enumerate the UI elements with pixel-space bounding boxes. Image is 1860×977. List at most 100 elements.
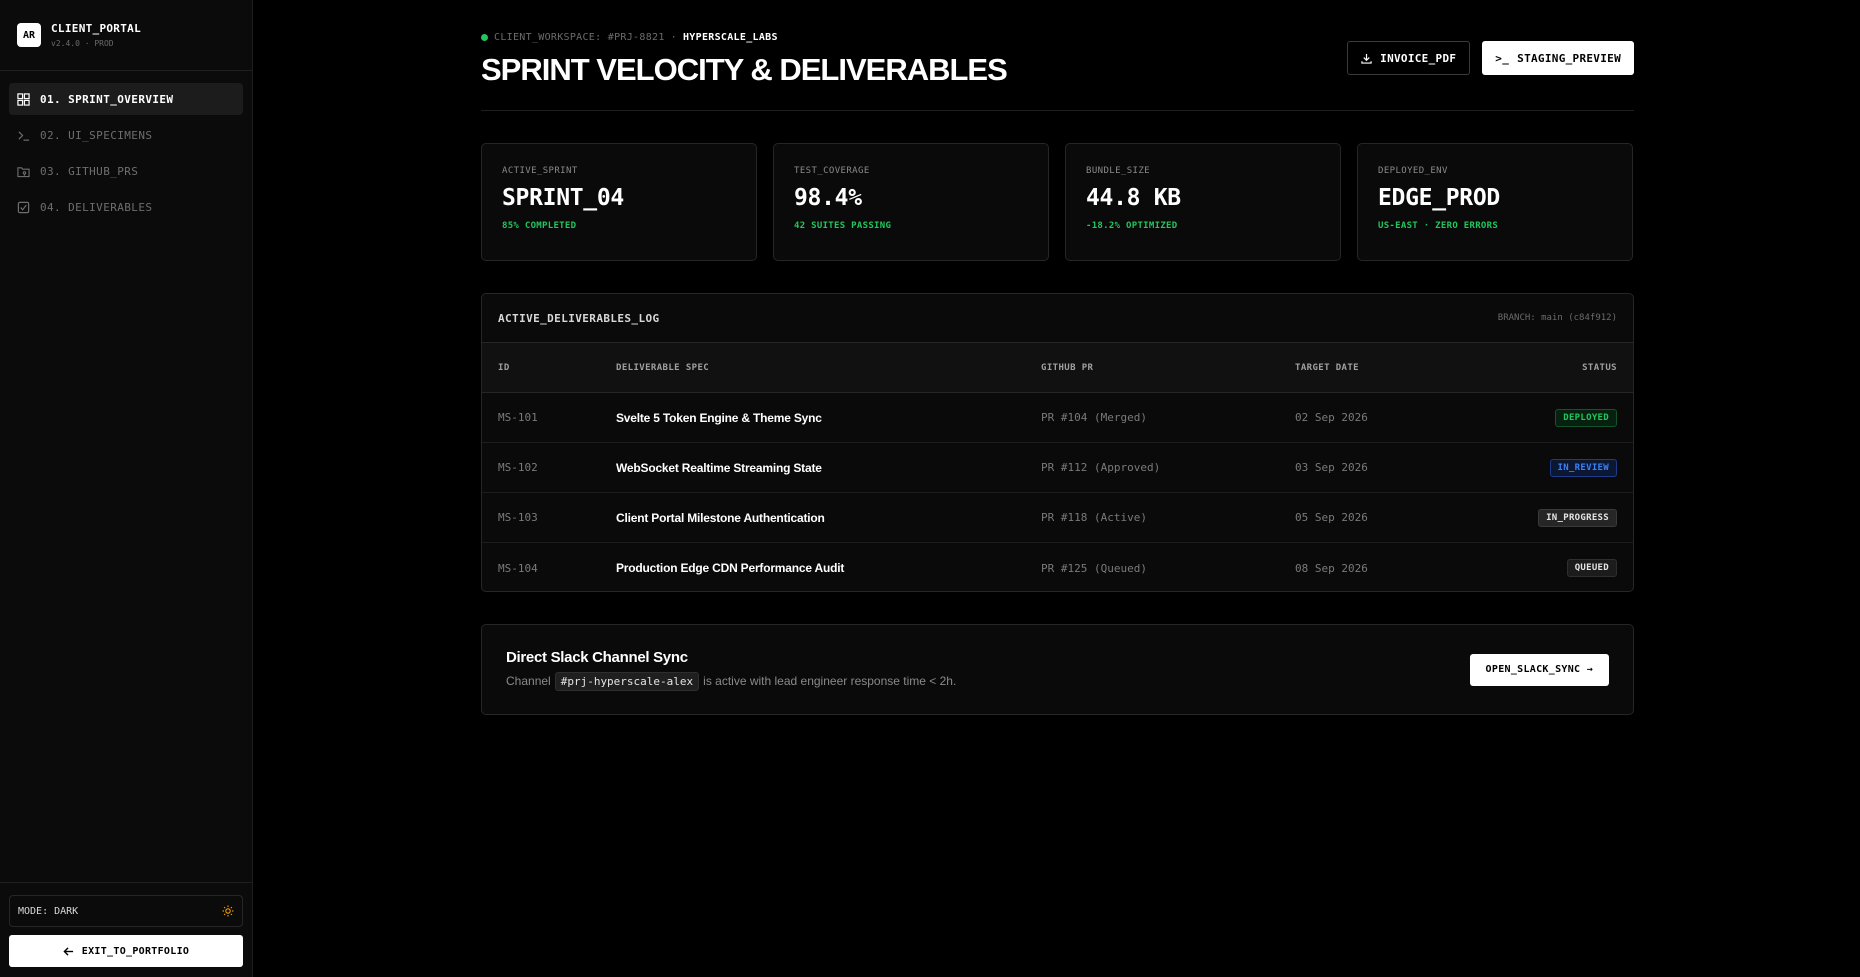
brand-text: CLIENT_PORTAL v2.4.0 · PROD [51,22,141,48]
terminal-prompt-icon: >_ [1495,51,1510,65]
exit-label: EXIT_TO_PORTFOLIO [81,945,190,957]
status-badge: QUEUED [1566,559,1617,577]
row-pr[interactable]: PR #104 (Merged) [1041,411,1295,424]
org-name: HYPERSCALE_LABS [682,32,778,43]
terminal-icon [18,130,30,141]
status-badge: DEPLOYED [1555,408,1617,427]
sidebar-item-ui-specimens[interactable]: 02. UI_SPECIMENS [9,119,243,151]
slack-desc-prefix: Channel [506,674,551,688]
open-slack-sync-button[interactable]: OPEN_SLACK_SYNC → [1469,653,1609,686]
table-row[interactable]: MS-104 Production Edge CDN Performance A… [482,543,1633,591]
stat-label: TEST_COVERAGE [794,166,870,176]
table-title: ACTIVE_DELIVERABLES_LOG [498,311,660,325]
slack-sync-card: Direct Slack Channel Sync Channel #prj-h… [481,624,1634,715]
sun-icon [222,905,234,917]
row-pr[interactable]: PR #112 (Approved) [1041,461,1295,474]
app-name: CLIENT_PORTAL [51,22,141,35]
row-id: MS-102 [498,461,538,474]
table-header-row: ID DELIVERABLE SPEC GITHUB PR TARGET DAT… [482,343,1633,393]
page-header: CLIENT_WORKSPACE: #PRJ-8821 · HYPERSCALE… [481,0,1634,111]
column-header-pr: GITHUB PR [1041,362,1094,373]
status-dot [481,34,488,41]
channel-tag: #prj-hyperscale-alex [554,671,700,691]
row-pr[interactable]: PR #118 (Active) [1041,511,1295,524]
stat-label: ACTIVE_SPRINT [502,166,578,176]
invoice-pdf-button[interactable]: INVOICE_PDF [1347,41,1471,75]
table-head-bar: ACTIVE_DELIVERABLES_LOG BRANCH: main (c8… [482,294,1633,343]
stat-sub: -18.2% OPTIMIZED [1086,221,1178,231]
column-header-id: ID [498,362,510,373]
status-badge: IN_PROGRESS [1538,508,1617,527]
row-date: 02 Sep 2026 [1295,411,1368,424]
column-header-status: STATUS [1582,362,1617,373]
grid-icon [17,92,30,106]
stat-label: DEPLOYED_ENV [1378,166,1448,176]
stat-sub: 42 SUITES PASSING [794,221,892,231]
stat-card-test-coverage: TEST_COVERAGE 98.4% 42 SUITES PASSING [773,143,1049,261]
slack-description: Channel #prj-hyperscale-alex is active w… [506,671,957,691]
sidebar-item-label: 03. GITHUB_PRS [40,164,139,178]
page-title: SPRINT VELOCITY & DELIVERABLES [481,52,1008,87]
row-spec: Svelte 5 Token Engine & Theme Sync [616,410,822,425]
table-row[interactable]: MS-102 WebSocket Realtime Streaming Stat… [482,443,1633,493]
status-badge: IN_REVIEW [1549,458,1617,477]
table-row[interactable]: MS-101 Svelte 5 Token Engine & Theme Syn… [482,393,1633,443]
workspace-line: CLIENT_WORKSPACE: #PRJ-8821 · HYPERSCALE… [481,32,778,43]
slack-title: Direct Slack Channel Sync [506,648,688,666]
row-id: MS-104 [498,561,538,575]
folder-git-icon [17,166,30,177]
row-id: MS-101 [498,411,538,424]
arrow-left-icon [63,946,73,956]
download-icon [1361,53,1372,64]
branch-label: BRANCH: main (c84f912) [1497,313,1617,323]
stat-value: 98.4% [794,185,862,211]
app-version: v2.4.0 · PROD [51,39,114,48]
sidebar-nav: 01. SPRINT_OVERVIEW 02. UI_SPECIMENS 03.… [0,71,252,235]
workspace-id: CLIENT_WORKSPACE: #PRJ-8821 [494,32,665,43]
invoice-label: INVOICE_PDF [1380,51,1457,65]
exit-to-portfolio-button[interactable]: EXIT_TO_PORTFOLIO [9,935,243,967]
stat-card-bundle-size: BUNDLE_SIZE 44.8 KB -18.2% OPTIMIZED [1065,143,1341,261]
staging-label: STAGING_PREVIEW [1517,51,1621,65]
sidebar-item-github-prs[interactable]: 03. GITHUB_PRS [9,155,243,187]
column-header-date: TARGET DATE [1295,362,1360,373]
row-spec: WebSocket Realtime Streaming State [616,460,822,475]
sidebar-item-label: 04. DELIVERABLES [40,200,153,214]
sidebar: AR CLIENT_PORTAL v2.4.0 · PROD 01. SPRIN… [0,0,253,977]
stat-card-active-sprint: ACTIVE_SPRINT SPRINT_04 85% COMPLETED [481,143,757,261]
brand-logo: AR [17,23,41,47]
stat-value: SPRINT_04 [502,185,624,211]
row-spec: Client Portal Milestone Authentication [616,510,825,525]
app-root: AR CLIENT_PORTAL v2.4.0 · PROD 01. SPRIN… [0,0,1860,977]
sidebar-item-label: 02. UI_SPECIMENS [40,128,153,142]
content-container: CLIENT_WORKSPACE: #PRJ-8821 · HYPERSCALE… [481,0,1634,715]
deliverables-table: ACTIVE_DELIVERABLES_LOG BRANCH: main (c8… [481,293,1634,592]
sidebar-item-deliverables[interactable]: 04. DELIVERABLES [9,191,243,223]
stat-value: EDGE_PROD [1378,185,1500,211]
mode-toggle[interactable]: MODE: DARK [9,895,243,927]
workspace-separator: · [670,32,677,43]
sidebar-item-sprint-overview[interactable]: 01. SPRINT_OVERVIEW [9,83,243,115]
stats-row: ACTIVE_SPRINT SPRINT_04 85% COMPLETED TE… [481,143,1633,261]
main-content: CLIENT_WORKSPACE: #PRJ-8821 · HYPERSCALE… [253,0,1860,977]
stat-sub: US-EAST · ZERO ERRORS [1378,221,1499,231]
row-date: 03 Sep 2026 [1295,461,1368,474]
brand[interactable]: AR CLIENT_PORTAL v2.4.0 · PROD [0,0,252,71]
checkbox-icon [17,201,30,213]
row-pr[interactable]: PR #125 (Queued) [1041,562,1295,575]
sidebar-footer: MODE: DARK EXIT_TO_PORTFOLIO [0,882,252,977]
stat-label: BUNDLE_SIZE [1086,166,1151,176]
row-id: MS-103 [498,511,538,524]
slack-desc-suffix: is active with lead engineer response ti… [703,674,957,688]
stat-value: 44.8 KB [1086,185,1181,211]
header-actions: INVOICE_PDF >_ STAGING_PREVIEW [1347,41,1634,75]
table-row[interactable]: MS-103 Client Portal Milestone Authentic… [482,493,1633,543]
mode-label: MODE: DARK [18,905,79,917]
stat-card-deployed-env: DEPLOYED_ENV EDGE_PROD US-EAST · ZERO ER… [1357,143,1633,261]
row-date: 08 Sep 2026 [1295,561,1368,575]
column-header-spec: DELIVERABLE SPEC [616,362,710,373]
staging-preview-button[interactable]: >_ STAGING_PREVIEW [1482,41,1634,75]
slack-text: Direct Slack Channel Sync Channel #prj-h… [506,649,956,691]
stat-sub: 85% COMPLETED [502,221,577,231]
row-spec: Production Edge CDN Performance Audit [616,561,845,575]
